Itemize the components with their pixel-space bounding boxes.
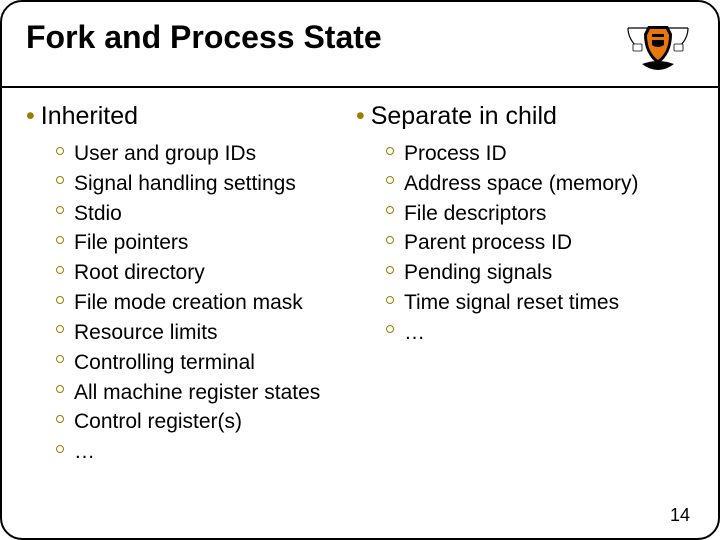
list-item: Address space (memory)	[386, 169, 694, 199]
open-bullet-icon	[56, 266, 64, 274]
open-bullet-icon	[56, 176, 64, 184]
list-item: …	[56, 437, 348, 467]
list-item-text: File pointers	[74, 231, 188, 254]
list-item-text: Resource limits	[74, 321, 218, 344]
list-item-text: All machine register states	[74, 381, 320, 404]
open-bullet-icon	[56, 206, 64, 214]
open-bullet-icon	[386, 176, 394, 184]
list-item-text: File descriptors	[404, 202, 546, 225]
list-item-text: Pending signals	[404, 261, 552, 284]
list-item-text: Signal handling settings	[74, 172, 296, 195]
list-item: Controlling terminal	[56, 348, 348, 378]
bullet-icon: •	[26, 102, 35, 130]
open-bullet-icon	[386, 206, 394, 214]
open-bullet-icon	[56, 445, 64, 453]
list-item: Signal handling settings	[56, 169, 348, 199]
list-item-text: Process ID	[404, 142, 507, 165]
list-item: Parent process ID	[386, 228, 694, 258]
heading-separate: •Separate in child	[356, 102, 694, 131]
list-item: Pending signals	[386, 258, 694, 288]
list-item-text: Stdio	[74, 202, 122, 225]
university-shield-icon	[622, 20, 694, 76]
list-item: File pointers	[56, 228, 348, 258]
list-item: Resource limits	[56, 318, 348, 348]
open-bullet-icon	[56, 296, 64, 304]
list-item-text: …	[404, 321, 425, 344]
open-bullet-icon	[386, 296, 394, 304]
list-item: Process ID	[386, 139, 694, 169]
bullet-icon: •	[356, 102, 365, 130]
column-inherited: •Inherited User and group IDs Signal han…	[26, 102, 348, 467]
open-bullet-icon	[56, 236, 64, 244]
open-bullet-icon	[56, 147, 64, 155]
list-item: Root directory	[56, 258, 348, 288]
open-bullet-icon	[56, 325, 64, 333]
open-bullet-icon	[386, 325, 394, 333]
open-bullet-icon	[56, 385, 64, 393]
list-item-text: Time signal reset times	[404, 291, 619, 314]
heading-inherited: •Inherited	[26, 102, 348, 131]
inherited-list: User and group IDs Signal handling setti…	[26, 139, 348, 467]
open-bullet-icon	[56, 415, 64, 423]
separate-list: Process ID Address space (memory) File d…	[356, 139, 694, 348]
list-item-text: Parent process ID	[404, 231, 572, 254]
list-item-text: Root directory	[74, 261, 205, 284]
list-item: All machine register states	[56, 378, 348, 408]
list-item-text: File mode creation mask	[74, 291, 303, 314]
list-item: User and group IDs	[56, 139, 348, 169]
list-item: File mode creation mask	[56, 288, 348, 318]
heading-separate-text: Separate in child	[371, 102, 557, 130]
open-bullet-icon	[386, 147, 394, 155]
page-number: 14	[670, 505, 690, 526]
open-bullet-icon	[386, 266, 394, 274]
list-item-text: User and group IDs	[74, 142, 256, 165]
heading-inherited-text: Inherited	[41, 102, 138, 130]
list-item: …	[386, 318, 694, 348]
divider	[2, 86, 718, 88]
list-item: Time signal reset times	[386, 288, 694, 318]
list-item-text: Control register(s)	[74, 410, 242, 433]
slide-title: Fork and Process State	[26, 20, 382, 55]
list-item-text: …	[74, 440, 95, 463]
list-item: Stdio	[56, 199, 348, 229]
list-item-text: Controlling terminal	[74, 351, 255, 374]
list-item-text: Address space (memory)	[404, 172, 639, 195]
slide: Fork and Process State •Inherited	[0, 0, 720, 540]
open-bullet-icon	[56, 355, 64, 363]
open-bullet-icon	[386, 236, 394, 244]
list-item: Control register(s)	[56, 407, 348, 437]
content-columns: •Inherited User and group IDs Signal han…	[26, 102, 694, 467]
column-separate: •Separate in child Process ID Address sp…	[356, 102, 694, 467]
list-item: File descriptors	[386, 199, 694, 229]
title-row: Fork and Process State	[26, 20, 694, 82]
